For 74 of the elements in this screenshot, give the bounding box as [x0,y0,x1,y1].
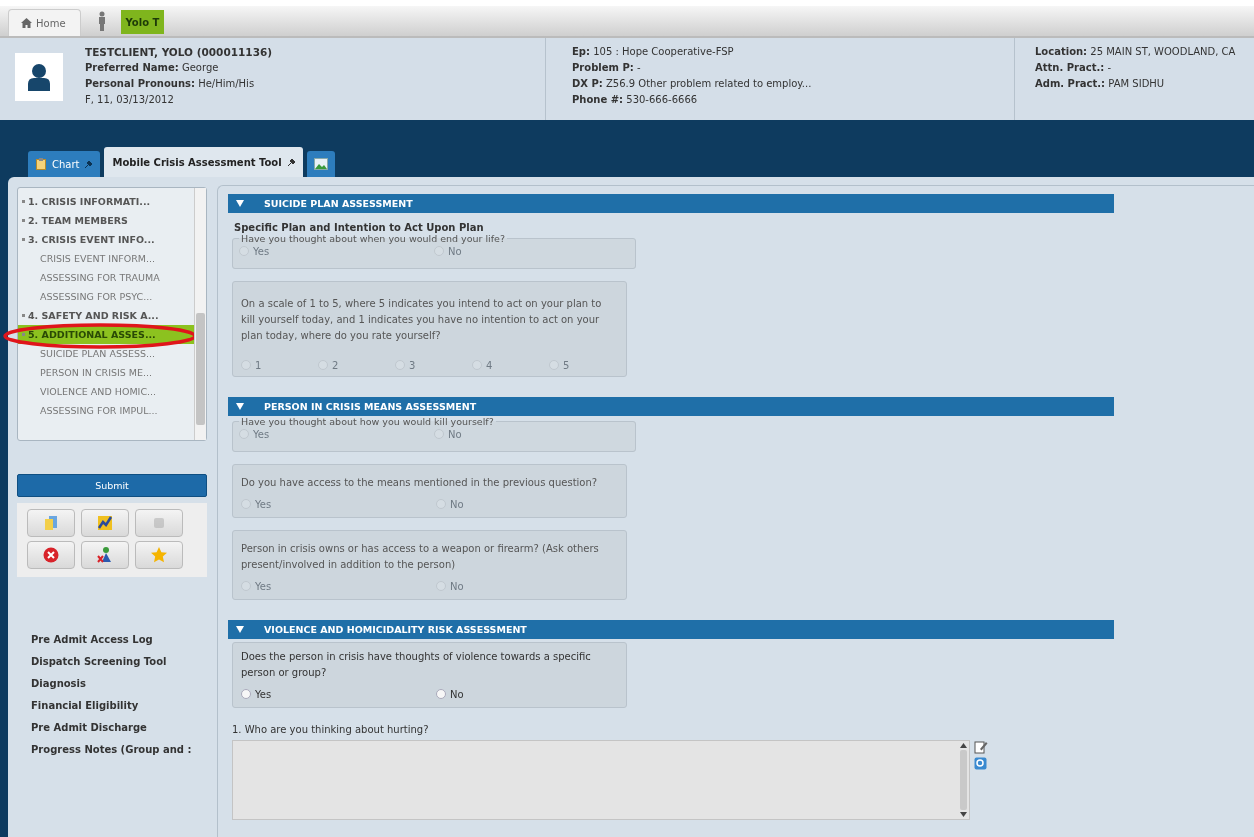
section-header[interactable]: SUICIDE PLAN ASSESSMENT [228,194,1114,213]
documents-icon [42,514,60,532]
document-tab[interactable]: Mobile Crisis Assessment Tool [104,147,303,177]
sidebar-link[interactable]: Dispatch Screening Tool [31,651,207,673]
radio-option[interactable]: No [436,687,631,701]
field-label: Preferred Name: [85,62,179,73]
field-value: 25 MAIN ST, WOODLAND, CA [1090,46,1236,57]
nav-item[interactable]: 2. TEAM MEMBERS [18,211,194,230]
submit-button[interactable]: Submit [17,474,207,497]
scrollbar[interactable] [194,188,206,440]
field-value: 105 : Hope Cooperative-FSP [593,46,734,57]
client-name: TESTCLIENT, YOLO (000011136) [85,45,273,60]
toolbar-button[interactable] [81,509,129,537]
people-icon [96,546,114,564]
person-icon[interactable] [96,11,107,31]
clipboard-icon [36,158,46,170]
question-text: 1. Who are you thinking about hurting? [232,724,430,735]
scroll-down-icon[interactable] [959,812,967,817]
field-value: 530-666-6666 [626,94,698,105]
new-tab-button[interactable] [306,151,335,177]
chart-icon [96,514,114,532]
home-tab[interactable]: Home [8,9,81,36]
nav-item[interactable]: ASSESSING FOR TRAUMA [18,268,194,287]
nav-item[interactable]: SUICIDE PLAN ASSESS... [18,344,194,363]
nav-item[interactable]: 4. SAFETY AND RISK A... [18,306,194,325]
sidebar-link[interactable]: Pre Admit Discharge [31,717,207,739]
section-header[interactable]: PERSON IN CRISIS MEANS ASSESSMENT [228,397,1114,416]
field-value: - [636,62,641,73]
nav-item[interactable]: VIOLENCE AND HOMIC... [18,382,194,401]
question-text: Have you thought about when you would end your life? [240,233,506,244]
radio-option[interactable]: Yes [241,687,436,701]
field-label: Personal Pronouns: [85,78,195,89]
field-value: George [181,62,219,73]
field-label: Problem P: [572,62,634,73]
subsection-title: Specific Plan and Intention to Act Upon Plan [234,222,485,233]
nav-item[interactable]: ASSESSING FOR PSYC... [18,287,194,306]
toolbar-button[interactable] [81,541,129,569]
question-text: Have you thought about how you would kill yourself? [240,416,495,427]
question-text: On a scale of 1 to 5, where 5 indicates you intend to act on your plan to kill yourself today, and 1 indicates you have no intention to act on your plan today, where do you rate yourself? [241,297,603,343]
field-label: Phone #: [572,94,624,105]
question-text: Does the person in crisis have thoughts of violence towards a specific person or group? [241,650,592,680]
star-icon [150,546,168,564]
nav-item[interactable]: 3. CRISIS EVENT INFO... [18,230,194,249]
home-icon [21,18,32,28]
field-label: Attn. Pract.: [1035,62,1105,73]
cancel-icon [42,546,60,564]
field-label: DX P: [572,78,603,89]
nav-item[interactable]: CRISIS EVENT INFORM... [18,249,194,268]
edit-icon[interactable] [974,740,988,754]
field-value: He/Him/His [198,78,255,89]
patient-tab[interactable]: Yolo T [120,10,165,34]
picture-icon [313,158,328,170]
field-label: Adm. Pract.: [1035,78,1106,89]
sidebar-link[interactable]: Diagnosis [31,673,207,695]
nav-item[interactable]: 1. CRISIS INFORMATI... [18,192,194,211]
field-value: Z56.9 Other problem related to employ... [606,78,812,89]
sidebar-link[interactable]: Financial Eligibility [31,695,207,717]
nav-item[interactable]: PERSON IN CRISIS ME... [18,363,194,382]
sidebar-link[interactable]: Pre Admit Access Log [31,629,207,651]
field-label: Location: [1035,46,1088,57]
document-tab[interactable]: Chart [28,151,101,177]
scrollbar[interactable] [959,743,967,817]
toolbar-button[interactable] [27,541,75,569]
question-text: Do you have access to the means mentioned in the previous question? [241,476,599,490]
section-header[interactable]: VIOLENCE AND HOMICIDALITY RISK ASSESSMENT [228,620,1114,639]
field-value: - [1107,62,1111,73]
scroll-up-icon[interactable] [959,743,967,748]
avatar-icon [15,53,63,101]
sidebar-link[interactable]: Progress Notes (Group and : [31,739,207,761]
field-value: PAM SIDHU [1108,78,1165,89]
field-label: Ep: [572,46,590,57]
nav-item[interactable]: ASSESSING FOR IMPUL... [18,401,194,420]
client-demographics: F, 11, 03/13/2012 [85,93,175,107]
question-text: Person in crisis owns or has access to a weapon or firearm? (Ask others present/involved in addition to the person) [241,542,600,572]
